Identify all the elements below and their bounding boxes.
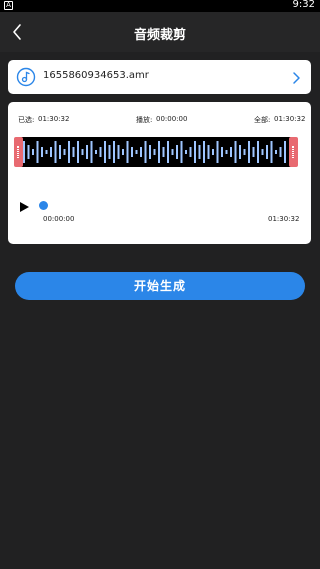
waveform-bar — [153, 149, 156, 155]
waveform-bar — [23, 141, 25, 163]
waveform-bar — [104, 141, 106, 163]
waveform-bar — [252, 147, 255, 157]
app-badge-icon: A — [4, 1, 13, 10]
waveform-bar — [185, 150, 187, 154]
waveform-trimmer[interactable] — [14, 137, 298, 167]
audio-editor-card: 已选: 01:30:32 播放: 00:00:00 全部: 01:30:32 0… — [8, 102, 311, 244]
waveform-bar — [162, 147, 165, 157]
top-bar: 音频裁剪 — [0, 12, 320, 52]
page-title: 音频裁剪 — [133, 28, 186, 43]
playing-value: 00:00:00 — [156, 115, 188, 123]
waveform-bar — [279, 147, 282, 157]
playing-label: 播放: — [136, 116, 153, 124]
waveform-bar — [45, 150, 48, 154]
waveform-bar — [140, 147, 142, 157]
waveform-bar — [266, 145, 268, 159]
waveform-bar — [284, 141, 286, 163]
waveform-bar — [113, 141, 115, 163]
play-icon[interactable] — [18, 201, 30, 213]
waveform-bar — [95, 150, 97, 154]
grip-icon — [17, 146, 19, 158]
waveform-bar — [41, 147, 43, 157]
waveform-bar — [216, 141, 219, 163]
selected-value: 01:30:32 — [38, 115, 70, 123]
waveform-bar — [99, 147, 102, 157]
waveform — [23, 141, 286, 163]
waveform-bar — [198, 145, 201, 159]
waveform-bar — [81, 149, 84, 155]
waveform-bar — [32, 149, 34, 155]
waveform-bar — [54, 141, 57, 163]
waveform-background — [20, 137, 292, 167]
waveform-bar — [90, 141, 93, 163]
status-bar: A 9:32 — [0, 0, 320, 12]
waveform-bar — [167, 141, 169, 163]
waveform-bar — [243, 149, 246, 155]
waveform-bar — [158, 141, 160, 163]
waveform-bar — [117, 145, 120, 159]
waveform-bar — [86, 145, 88, 159]
waveform-bar — [270, 141, 273, 163]
waveform-bar — [122, 149, 124, 155]
waveform-bar — [248, 141, 250, 163]
waveform-bar — [194, 141, 196, 163]
file-name: 1655860934653.amr — [43, 70, 149, 81]
waveform-bar — [230, 147, 232, 157]
waveform-bar — [149, 145, 151, 159]
file-selector[interactable]: 1655860934653.amr — [8, 60, 311, 94]
waveform-bar — [212, 149, 214, 155]
waveform-bar — [131, 147, 133, 157]
waveform-bar — [77, 141, 79, 163]
waveform-bar — [36, 141, 39, 163]
waveform-bar — [27, 145, 30, 159]
start-generate-button[interactable]: 开始生成 — [15, 272, 305, 300]
selected-label: 已选: — [18, 116, 35, 124]
total-label: 全部: — [254, 116, 271, 124]
waveform-bar — [261, 149, 264, 155]
end-time: 01:30:32 — [268, 215, 300, 223]
start-time: 00:00:00 — [43, 215, 75, 223]
waveform-bar — [108, 145, 111, 159]
waveform-bar — [239, 145, 241, 159]
waveform-bar — [275, 150, 277, 154]
waveform-bar — [225, 150, 228, 154]
trim-end-handle[interactable] — [289, 137, 298, 167]
total-value: 01:30:32 — [274, 115, 306, 123]
waveform-bar — [189, 147, 192, 157]
waveform-bar — [63, 149, 66, 155]
waveform-bar — [257, 141, 259, 163]
waveform-bar — [50, 147, 52, 157]
waveform-bar — [176, 145, 178, 159]
waveform-bar — [234, 141, 237, 163]
music-note-icon — [16, 67, 36, 87]
waveform-bar — [171, 149, 174, 155]
status-time: 9:32 — [292, 0, 315, 10]
chevron-right-icon — [290, 70, 302, 84]
waveform-bar — [135, 150, 138, 154]
waveform-bar — [72, 147, 75, 157]
waveform-bar — [126, 141, 129, 163]
waveform-bar — [221, 147, 223, 157]
grip-icon — [292, 146, 294, 158]
waveform-bar — [203, 141, 205, 163]
waveform-bar — [144, 141, 147, 163]
waveform-bar — [180, 141, 183, 163]
progress-slider-thumb[interactable] — [39, 201, 48, 210]
waveform-bar — [68, 141, 70, 163]
waveform-bar — [59, 145, 61, 159]
trim-start-handle[interactable] — [14, 137, 23, 167]
waveform-bar — [207, 145, 210, 159]
